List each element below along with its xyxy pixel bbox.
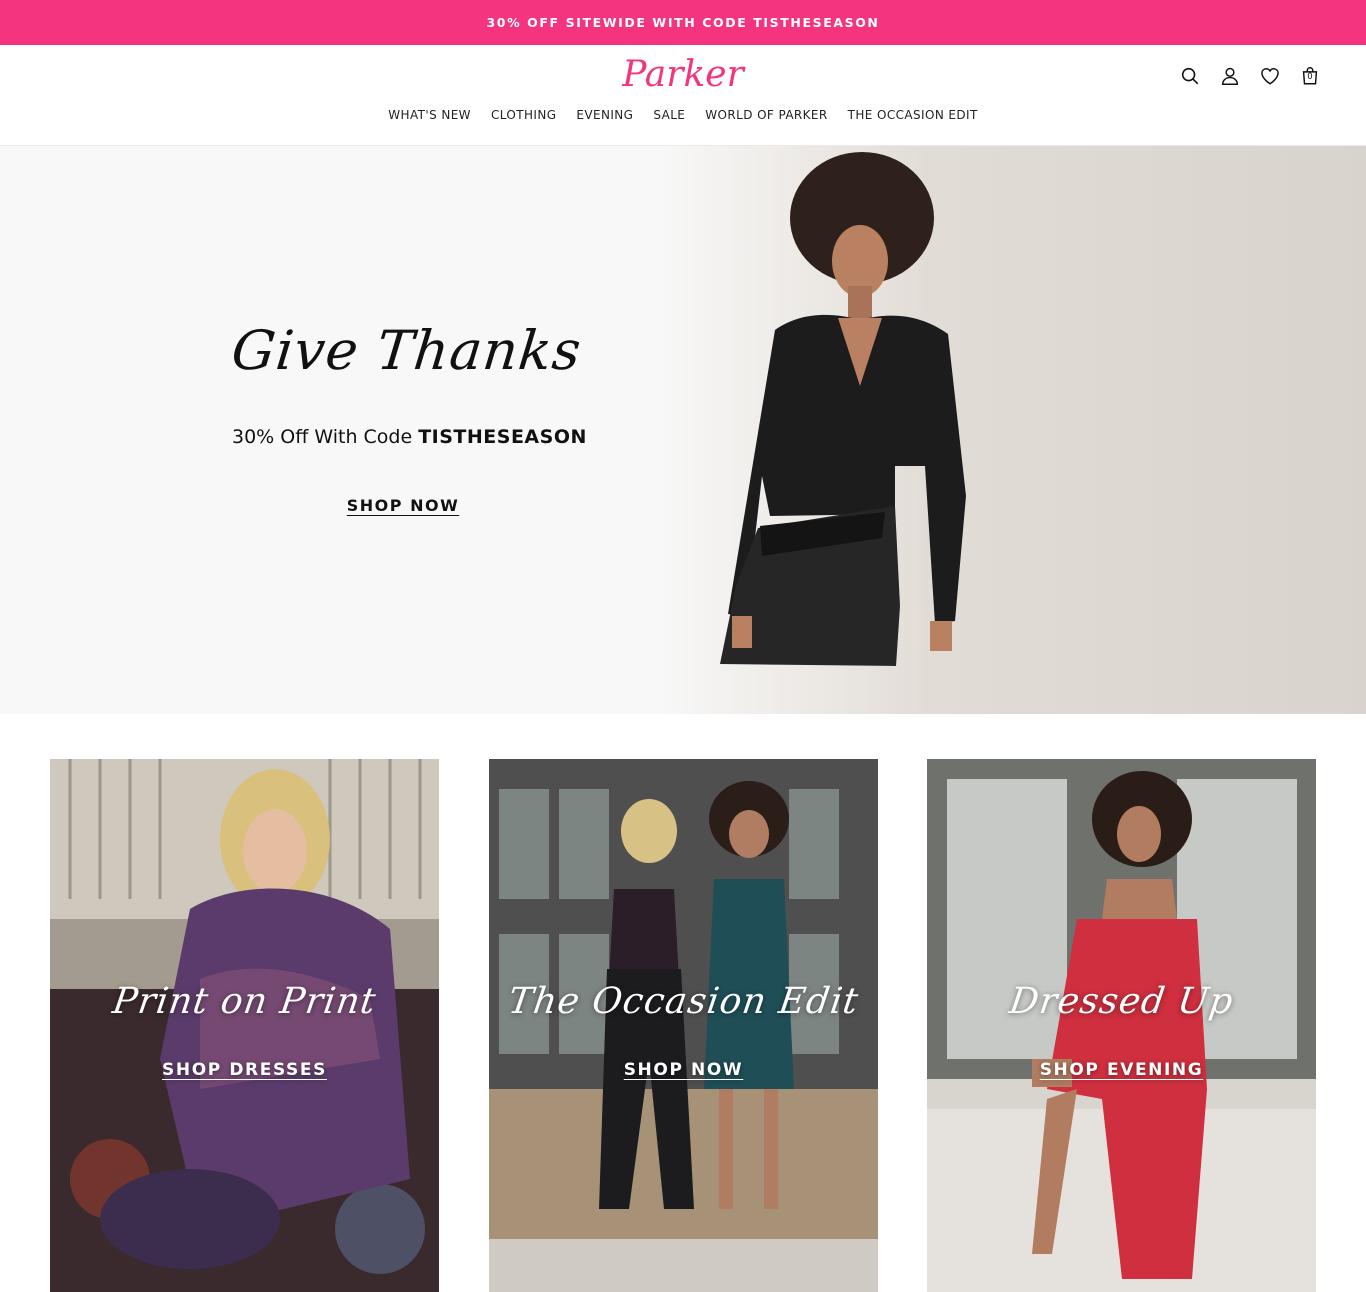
tile-title: Print on Print xyxy=(110,981,379,1022)
tile-the-occasion-edit[interactable]: The Occasion Edit SHOP NOW xyxy=(489,759,878,1292)
occasion-edit-image xyxy=(489,759,878,1292)
wishlist-heart-icon[interactable] xyxy=(1250,63,1290,89)
tile-print-on-print[interactable]: Print on Print SHOP DRESSES xyxy=(50,759,439,1292)
header-icons: 0 xyxy=(1170,63,1330,89)
tile-dressed-up[interactable]: Dressed Up SHOP EVENING xyxy=(927,759,1316,1292)
nav-whats-new[interactable]: WHAT'S NEW xyxy=(388,108,471,122)
nav-clothing[interactable]: CLOTHING xyxy=(491,108,556,122)
hero-title: Give Thanks xyxy=(228,319,585,382)
hero-banner[interactable]: Give Thanks 30% Off With Code TISTHESEAS… xyxy=(0,146,1366,714)
nav-evening[interactable]: EVENING xyxy=(576,108,633,122)
search-icon[interactable] xyxy=(1170,63,1210,89)
hero-shop-now-link[interactable]: SHOP NOW xyxy=(347,496,459,515)
tile-title: Dressed Up xyxy=(1006,981,1237,1022)
shop-now-link[interactable]: SHOP NOW xyxy=(489,1060,878,1080)
hero-model-image xyxy=(720,152,966,666)
shopping-bag-icon[interactable]: 0 xyxy=(1290,63,1330,89)
hero-copy: Give Thanks 30% Off With Code TISTHESEAS… xyxy=(229,316,587,515)
shop-evening-link[interactable]: SHOP EVENING xyxy=(927,1060,1316,1080)
nav-sale[interactable]: SALE xyxy=(653,108,685,122)
hero-subtitle: 30% Off With Code TISTHESEASON xyxy=(232,426,586,448)
nav-world-of-parker[interactable]: WORLD OF PARKER xyxy=(705,108,827,122)
promo-banner[interactable]: 30% OFF SITEWIDE WITH CODE TISTHESEASON xyxy=(0,0,1366,45)
shop-dresses-link[interactable]: SHOP DRESSES xyxy=(50,1060,439,1080)
promo-text: 30% OFF SITEWIDE WITH CODE TISTHESEASON xyxy=(486,15,880,30)
nav-the-occasion-edit[interactable]: THE OCCASION EDIT xyxy=(848,108,978,122)
print-on-print-image xyxy=(50,759,439,1292)
hero-promo-code: TISTHESEASON xyxy=(418,426,587,448)
account-icon[interactable] xyxy=(1210,63,1250,89)
hero-subtitle-text: 30% Off With Code xyxy=(232,426,419,448)
cart-count-badge: 0 xyxy=(1307,72,1313,82)
site-header: Parker 0 WHAT'S NEW CLOTHING EVENING SAL… xyxy=(0,45,1366,146)
parker-logo[interactable]: Parker xyxy=(583,49,783,99)
tile-title: The Occasion Edit xyxy=(505,981,862,1022)
featured-tiles: Print on Print SHOP DRESSES The Occasion… xyxy=(50,759,1316,1292)
dressed-up-image xyxy=(927,759,1316,1292)
main-navigation: WHAT'S NEW CLOTHING EVENING SALE WORLD O… xyxy=(0,108,1366,122)
